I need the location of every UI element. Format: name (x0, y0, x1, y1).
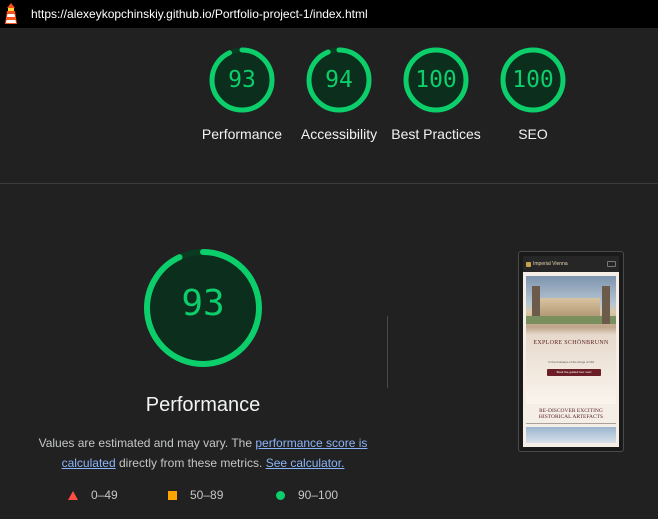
section-title: RE-DISCOVER EXCITING HISTORICAL ARTEFACT… (538, 408, 604, 420)
gauge-score: 93 (228, 67, 256, 93)
performance-score: 93 (181, 283, 225, 324)
note-text: Values are estimated and may vary. The (38, 436, 256, 450)
circle-icon (276, 490, 285, 500)
menu-icon (607, 261, 616, 267)
score-legend: 0–49 50–89 90–100 (0, 488, 658, 506)
site-nav: Imperial Vienna (523, 256, 619, 272)
crown-icon (526, 261, 531, 267)
vertical-divider (387, 316, 388, 388)
page-url[interactable]: https://alexeykopchinskiy.github.io/Port… (31, 7, 368, 21)
hero-subtitle: In the footsteps of the Kings of Old (547, 360, 595, 364)
gauge-label: Best Practices (391, 126, 481, 142)
divider (526, 423, 616, 424)
hero-section: EXPLORE SCHÖNBRUNN In the footsteps of t… (526, 276, 616, 404)
performance-gauge-large: 93 (142, 247, 264, 369)
palace-image (540, 298, 600, 316)
section-image (526, 427, 616, 443)
gauge-score: 100 (415, 67, 457, 93)
hero-button: Book the guided tour now! (547, 369, 601, 376)
legend-average: 50–89 (168, 488, 223, 502)
triangle-icon (68, 490, 78, 500)
square-icon (168, 490, 177, 500)
gauge-label: Accessibility (300, 126, 378, 142)
legend-fail: 0–49 (68, 488, 118, 502)
performance-title: Performance (145, 394, 261, 416)
metrics-note: Values are estimated and may vary. The p… (33, 433, 373, 473)
legend-range: 0–49 (91, 488, 118, 502)
gauge-accessibility[interactable]: 94 Accessibility (289, 46, 389, 144)
see-calculator-link[interactable]: See calculator. (266, 456, 345, 470)
url-bar: https://alexeykopchinskiy.github.io/Port… (0, 0, 658, 28)
gauge-performance[interactable]: 93 Performance (192, 46, 292, 144)
statue-image (602, 286, 610, 324)
gauge-seo[interactable]: 100 SEO (483, 46, 583, 144)
hero-title: EXPLORE SCHÖNBRUNN (533, 340, 609, 346)
gauge-label: SEO (518, 126, 548, 142)
site-name: Imperial Vienna (533, 261, 568, 267)
screenshot-page: Imperial Vienna EXPLORE SCHÖNBRUNN In th… (523, 256, 619, 447)
lighthouse-icon (5, 3, 17, 24)
gauge-label: Performance (201, 126, 283, 142)
section-divider (0, 183, 658, 184)
legend-range: 90–100 (298, 488, 339, 502)
legend-range: 50–89 (190, 488, 224, 502)
gauge-score: 94 (325, 67, 353, 93)
gauge-best-practices[interactable]: 100 Best Practices (386, 46, 486, 144)
legend-pass: 90–100 (276, 488, 338, 502)
note-text: directly from these metrics. (115, 456, 266, 470)
category-gauges: 93 Performance 94 Accessibility 100 Best… (0, 46, 658, 176)
gauge-score: 100 (512, 67, 554, 93)
final-screenshot-thumbnail[interactable]: Imperial Vienna EXPLORE SCHÖNBRUNN In th… (518, 251, 624, 452)
